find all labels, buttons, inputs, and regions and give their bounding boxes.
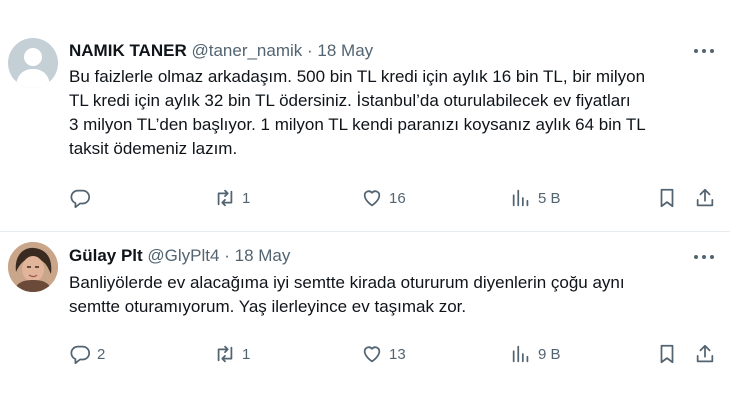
like-button[interactable]: 13 (361, 342, 406, 366)
avatar[interactable] (8, 38, 58, 88)
display-name[interactable]: Gülay Plt (69, 246, 143, 265)
views-icon (512, 189, 529, 207)
share-icon (696, 188, 714, 207)
views-button[interactable]: 9 B (510, 342, 561, 366)
avatar[interactable] (8, 242, 58, 292)
user-photo (8, 242, 58, 292)
default-avatar-icon (8, 38, 58, 88)
tweet-text-line: semtte oturamıyorum. Yaş ilerleyince ev … (69, 297, 467, 316)
tweet-text-line: TL kredi için aylık 32 bin TL ödersiniz.… (69, 91, 631, 110)
action-bar: 2 1 13 9 B (0, 342, 730, 366)
retweet-icon (217, 345, 233, 363)
reply-icon (70, 189, 91, 209)
retweet-button[interactable]: 1 (214, 186, 250, 210)
bookmark-button[interactable] (656, 342, 678, 366)
tweet-text-line: Bu faizlerle olmaz arkadaşım. 500 bin TL… (69, 67, 646, 86)
display-name[interactable]: NAMIK TANER (69, 41, 187, 60)
like-count: 13 (389, 345, 406, 363)
tweet-text: Bu faizlerle olmaz arkadaşım. 500 bin TL… (69, 65, 719, 161)
retweet-count: 1 (242, 345, 251, 363)
tweet-header: Gülay Plt @GlyPlt4 · 18 May (69, 246, 290, 266)
views-count: 9 B (538, 345, 561, 363)
separator: · (307, 41, 313, 60)
like-button[interactable]: 16 (361, 186, 406, 210)
views-button[interactable]: 5 B (510, 186, 561, 210)
tweet[interactable]: NAMIK TANER @taner_namik · 18 May Bu fai… (0, 0, 730, 232)
tweet-header: NAMIK TANER @taner_namik · 18 May (69, 41, 373, 61)
reply-button[interactable] (69, 186, 97, 210)
tweet-text: Banliyölerde ev alacağıma iyi semtte kir… (69, 271, 719, 319)
tweet-text-line: 3 milyon TL’den başlıyor. 1 milyon TL ke… (69, 115, 646, 134)
tweet-text-line: taksit ödemeniz lazım. (69, 139, 238, 158)
share-button[interactable] (694, 342, 716, 366)
like-icon (363, 190, 381, 207)
bookmark-icon (660, 344, 674, 364)
user-handle[interactable]: @GlyPlt4 (147, 246, 219, 265)
separator: · (224, 246, 230, 265)
reply-button[interactable]: 2 (69, 342, 105, 366)
tweet[interactable]: Gülay Plt @GlyPlt4 · 18 May Banliyölerde… (0, 232, 730, 420)
retweet-icon (217, 189, 233, 207)
like-icon (363, 346, 381, 363)
reply-icon (70, 345, 91, 365)
action-bar: 1 16 5 B (0, 186, 730, 210)
more-icon[interactable] (694, 253, 714, 261)
bookmark-button[interactable] (656, 186, 678, 210)
tweet-date[interactable]: 18 May (317, 41, 373, 60)
bookmark-icon (660, 188, 674, 208)
retweet-button[interactable]: 1 (214, 342, 250, 366)
views-icon (512, 345, 529, 363)
share-icon (696, 344, 714, 363)
reply-count: 2 (97, 345, 106, 363)
user-handle[interactable]: @taner_namik (191, 41, 302, 60)
like-count: 16 (389, 189, 406, 207)
views-count: 5 B (538, 189, 561, 207)
tweet-date[interactable]: 18 May (235, 246, 291, 265)
more-icon[interactable] (694, 47, 714, 55)
tweet-text-line: Banliyölerde ev alacağıma iyi semtte kir… (69, 273, 625, 292)
share-button[interactable] (694, 186, 716, 210)
retweet-count: 1 (242, 189, 251, 207)
